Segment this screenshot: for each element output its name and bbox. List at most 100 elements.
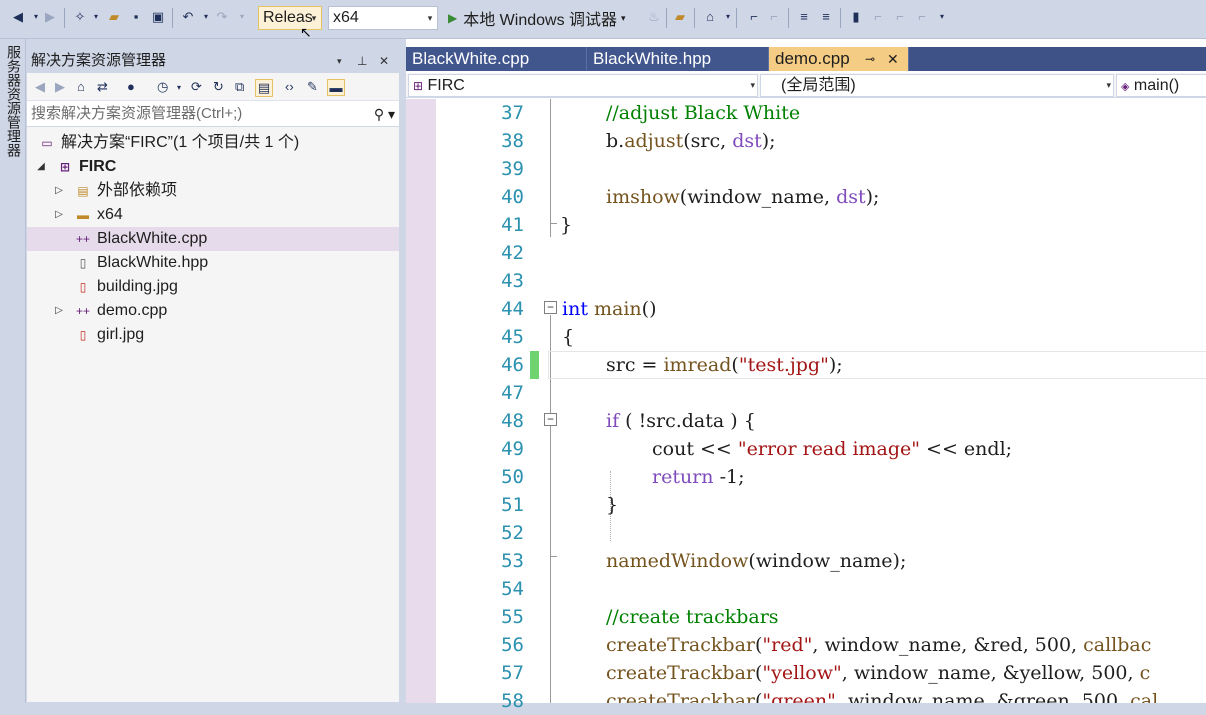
tree-item-project[interactable]: ◢ ⊞ FIRC bbox=[27, 155, 399, 179]
step-icon[interactable]: ⌐ bbox=[746, 9, 762, 25]
collapsed-arrow-icon[interactable]: ▷ bbox=[53, 299, 65, 323]
undo-dropdown-icon[interactable]: ▾ bbox=[198, 9, 214, 25]
code-token: , window_name, &yellow, 500, bbox=[841, 662, 1140, 684]
fold-line bbox=[550, 99, 551, 237]
cpp-file-icon: ++ bbox=[75, 304, 90, 318]
tab-demo-cpp[interactable]: demo.cpp ⊸ ✕ bbox=[769, 47, 909, 71]
tree-item-blackwhite-cpp[interactable]: ++ BlackWhite.cpp bbox=[27, 227, 399, 251]
tree-item-x64[interactable]: ▷ ▬ x64 bbox=[27, 203, 399, 227]
code-token: } bbox=[606, 494, 619, 516]
tree-item-solution[interactable]: ▭ 解决方案“FIRC”(1 个项目/共 1 个) bbox=[27, 131, 399, 155]
function-token: callbac bbox=[1083, 634, 1152, 656]
browse-icon[interactable]: ⌂ bbox=[702, 9, 718, 25]
expanded-arrow-icon[interactable]: ◢ bbox=[35, 155, 47, 179]
debugger-label: 本地 Windows 调试器 bbox=[463, 12, 618, 29]
comment-out-icon[interactable]: ≡ bbox=[796, 9, 812, 25]
clear-bookmark-icon[interactable]: ⌐ bbox=[914, 9, 930, 25]
new-project-icon[interactable]: ✧ bbox=[72, 9, 88, 25]
tree-item-girl-jpg[interactable]: ▯ girl.jpg bbox=[27, 323, 399, 347]
new-dropdown-icon[interactable]: ▾ bbox=[88, 9, 104, 25]
sync-icon[interactable]: ⟳ bbox=[191, 79, 202, 95]
code-token: } bbox=[560, 214, 573, 236]
solution-platform-combo[interactable]: x64 ▾ bbox=[328, 6, 438, 30]
solution-search-input[interactable]: 搜索解决方案资源管理器(Ctrl+;) ⚲ ▾ bbox=[27, 101, 399, 127]
collapse-all-icon[interactable]: ⧉ bbox=[235, 79, 244, 95]
member-combo[interactable]: ◈ main() bbox=[1116, 74, 1206, 97]
save-icon[interactable]: ▪ bbox=[128, 9, 144, 25]
window-position-icon[interactable]: ▾ bbox=[337, 49, 342, 73]
code-token: ); bbox=[828, 354, 843, 376]
back-icon[interactable]: ◀ bbox=[10, 9, 26, 25]
folder-search-icon[interactable]: ▰ bbox=[672, 9, 688, 25]
code-line-37: //adjust Black White bbox=[606, 99, 800, 127]
project-icon: ⊞ bbox=[413, 79, 424, 93]
project-icon: ⊞ bbox=[59, 160, 71, 174]
collapsed-arrow-icon[interactable]: ▷ bbox=[53, 203, 65, 227]
back-icon[interactable]: ◀ bbox=[35, 79, 45, 95]
redo-icon[interactable]: ↷ bbox=[214, 9, 230, 25]
pin-icon[interactable]: ⊥ bbox=[357, 49, 367, 73]
globe-icon[interactable]: ● bbox=[127, 79, 135, 94]
open-folder-icon[interactable]: ▰ bbox=[106, 9, 122, 25]
scope-value: (全局范围) bbox=[781, 77, 856, 94]
chevron-down-icon: ▾ bbox=[750, 80, 755, 90]
chevron-down-icon: ▾ bbox=[427, 13, 433, 23]
line-number: 56 bbox=[501, 634, 524, 656]
bookmark-icon[interactable]: ▮ bbox=[848, 9, 864, 25]
tree-item-building-jpg[interactable]: ▯ building.jpg bbox=[27, 275, 399, 299]
tree-item-label: 外部依赖项 bbox=[97, 182, 178, 199]
properties-icon[interactable]: ✎ bbox=[307, 79, 318, 95]
view-code-icon[interactable]: ‹› bbox=[285, 79, 294, 94]
save-all-icon[interactable]: ▣ bbox=[150, 9, 166, 25]
close-icon[interactable]: ✕ bbox=[887, 47, 899, 71]
pending-dropdown-icon[interactable]: ▾ bbox=[177, 83, 181, 92]
breakpoint-icon[interactable]: ⌐ bbox=[766, 9, 782, 25]
tree-item-demo-cpp[interactable]: ▷ ++ demo.cpp bbox=[27, 299, 399, 323]
scope-combo[interactable]: (全局范围) ▾ bbox=[760, 74, 1114, 97]
refresh-icon[interactable]: ↻ bbox=[213, 79, 224, 95]
code-text-area[interactable]: − − //adjust Black White b.adjust(src, d… bbox=[524, 99, 1206, 703]
function-token: c bbox=[1139, 662, 1151, 684]
forward-icon[interactable]: ▶ bbox=[55, 79, 65, 95]
project-combo[interactable]: ⊞ FIRC ▾ bbox=[408, 74, 758, 97]
solution-configuration-combo[interactable]: Releas ▾ bbox=[258, 6, 322, 30]
indicator-margin[interactable] bbox=[406, 99, 436, 703]
start-debugging-button[interactable]: ▶ 本地 Windows 调试器 ▾ bbox=[448, 8, 626, 29]
tree-item-dependencies[interactable]: ▷ ▤ 外部依赖项 bbox=[27, 179, 399, 203]
close-icon[interactable]: ✕ bbox=[379, 49, 389, 73]
server-explorer-strip[interactable]: 服务器资源管理器 bbox=[0, 39, 26, 703]
function-token: createTrackbar bbox=[606, 634, 755, 656]
toolbar-overflow-icon[interactable]: ▾ bbox=[934, 9, 950, 25]
home-icon[interactable]: ⌂ bbox=[77, 79, 85, 94]
prev-bookmark-icon[interactable]: ⌐ bbox=[870, 9, 886, 25]
line-number: 44 bbox=[501, 298, 524, 320]
next-bookmark-icon[interactable]: ⌐ bbox=[892, 9, 908, 25]
line-numbers: 37 38 39 40 41 42 43 44 45 46 47 48 49 5… bbox=[436, 99, 524, 712]
show-all-files-icon[interactable]: ▤ bbox=[255, 79, 273, 97]
string-token: "test.jpg" bbox=[738, 354, 829, 376]
line-number: 39 bbox=[501, 158, 524, 180]
tab-blackwhite-cpp[interactable]: BlackWhite.cpp bbox=[406, 47, 587, 71]
switch-views-icon[interactable]: ⇄ bbox=[97, 79, 108, 95]
pin-icon[interactable]: ⊸ bbox=[865, 47, 875, 71]
search-icon[interactable]: ⚲ ▾ bbox=[374, 101, 395, 127]
tree-item-blackwhite-hpp[interactable]: ▯ BlackWhite.hpp bbox=[27, 251, 399, 275]
tab-blackwhite-hpp[interactable]: BlackWhite.hpp bbox=[587, 47, 769, 71]
fold-line-end bbox=[550, 556, 557, 557]
collapsed-arrow-icon[interactable]: ▷ bbox=[53, 179, 65, 203]
redo-dropdown-icon[interactable]: ▾ bbox=[234, 9, 250, 25]
fold-collapse-main-icon[interactable]: − bbox=[544, 301, 557, 314]
pending-changes-icon[interactable]: ◷ bbox=[157, 79, 168, 95]
forward-icon[interactable]: ▶ bbox=[42, 9, 58, 25]
code-line-45: { bbox=[562, 323, 574, 351]
browse-dropdown-icon[interactable]: ▾ bbox=[720, 9, 736, 25]
uncomment-icon[interactable]: ≡ bbox=[818, 9, 834, 25]
line-number: 48 bbox=[501, 410, 524, 432]
fold-collapse-if-icon[interactable]: − bbox=[544, 413, 557, 426]
hot-reload-icon[interactable]: ♨ bbox=[646, 9, 662, 25]
undo-icon[interactable]: ↶ bbox=[180, 9, 196, 25]
preview-selected-icon[interactable]: ▬ bbox=[327, 79, 345, 96]
string-token: "green" bbox=[762, 690, 836, 703]
function-token: createTrackbar bbox=[606, 690, 755, 703]
tab-label: BlackWhite.hpp bbox=[593, 49, 712, 68]
